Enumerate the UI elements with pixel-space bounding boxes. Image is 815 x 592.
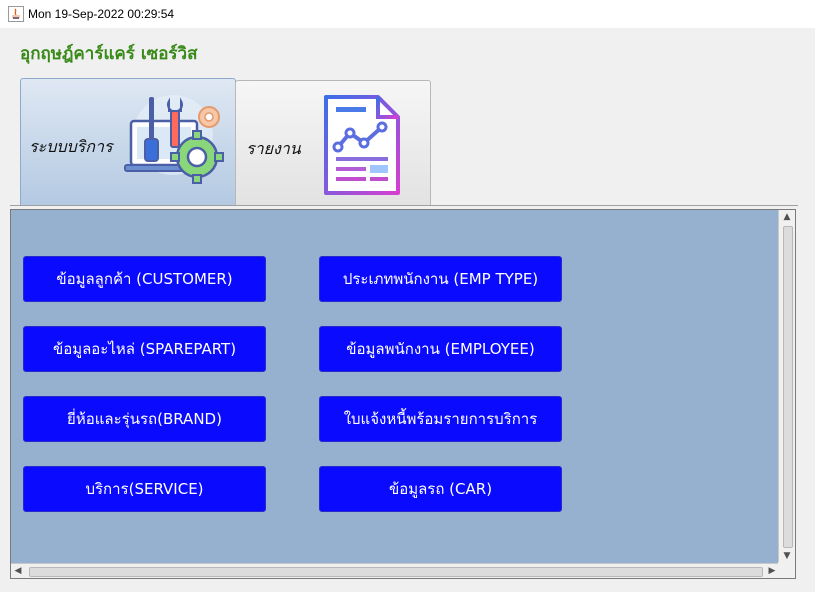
scroll-down-icon[interactable]: ▼ (779, 549, 795, 563)
scroll-up-icon[interactable]: ▲ (779, 210, 795, 224)
sparepart-button[interactable]: ข้อมูลอะไหล่ (SPAREPART) (23, 326, 266, 372)
car-button[interactable]: ข้อมูลรถ (CAR) (319, 466, 562, 512)
employee-button[interactable]: ข้อมูลพนักงาน (EMPLOYEE) (319, 326, 562, 372)
window-titlebar: Mon 19-Sep-2022 00:29:54 (0, 0, 815, 28)
tab-report[interactable]: รายงาน (235, 80, 431, 206)
vertical-scrollbar[interactable]: ▲ ▼ (778, 210, 795, 563)
app-heading: อุกฤษฎ์คาร์แคร์ เซอร์วิส (20, 44, 198, 64)
brand-button[interactable]: ยี่ห้อและรุ่นรถ(BRAND) (23, 396, 266, 442)
java-app-icon (8, 6, 24, 22)
tab-report-label: รายงาน (246, 139, 301, 158)
service-button[interactable]: บริการ(SERVICE) (23, 466, 266, 512)
scroll-left-icon[interactable]: ◀ (11, 564, 25, 579)
scroll-corner (778, 562, 795, 578)
horizontal-scroll-thumb[interactable] (29, 567, 763, 577)
window-title: Mon 19-Sep-2022 00:29:54 (28, 7, 175, 21)
tab-service-system-label: ระบบบริการ (29, 137, 113, 156)
tab-divider (10, 205, 798, 206)
report-chart-icon (324, 95, 400, 195)
tab-service-system[interactable]: ระบบบริการ (20, 78, 236, 206)
emp-type-button[interactable]: ประเภทพนักงาน (EMP TYPE) (319, 256, 562, 302)
invoice-button[interactable]: ใบแจ้งหนี้พร้อมรายการบริการ (319, 396, 562, 442)
tools-gear-icon (124, 95, 224, 184)
scroll-right-icon[interactable]: ▶ (765, 564, 779, 579)
horizontal-scrollbar[interactable]: ◀ ▶ (11, 563, 779, 578)
customer-button[interactable]: ข้อมูลลูกค้า (CUSTOMER) (23, 256, 266, 302)
vertical-scroll-thumb[interactable] (783, 226, 793, 548)
